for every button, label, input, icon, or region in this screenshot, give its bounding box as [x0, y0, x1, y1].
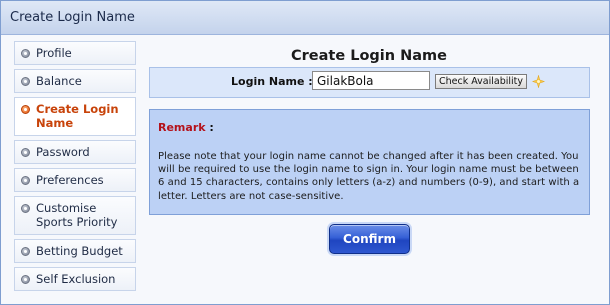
sidebar-item-label: Password [36, 145, 90, 159]
remark-title-colon: : [205, 121, 214, 134]
bullet-icon [21, 49, 30, 58]
sidebar-item-password[interactable]: Password [14, 140, 136, 164]
sparkle-icon [532, 75, 545, 88]
sidebar-item-customise-sports-priority[interactable]: Customise Sports Priority [14, 196, 136, 235]
remark-panel: Remark : Please note that your login nam… [149, 109, 590, 215]
bullet-icon [21, 148, 30, 157]
active-bullet-icon [21, 105, 30, 114]
remark-text: Please note that your login name cannot … [158, 151, 580, 202]
page-title: Create Login Name [290, 48, 447, 64]
login-name-form: Login Name : Check Availability [149, 67, 590, 98]
bullet-icon [21, 77, 30, 86]
bullet-icon [21, 204, 30, 213]
sidebar-item-label: Customise Sports Priority [36, 201, 118, 229]
window-title: Create Login Name [10, 10, 135, 25]
sidebar-item-create-login-name[interactable]: Create Login Name [14, 97, 136, 136]
sidebar-item-preferences[interactable]: Preferences [14, 168, 136, 192]
sidebar-item-label: Balance [36, 74, 82, 88]
confirm-button[interactable]: Confirm [329, 224, 410, 254]
sidebar-item-self-exclusion[interactable]: Self Exclusion [14, 267, 136, 291]
bullet-icon [21, 247, 30, 256]
title-bar: Create Login Name [1, 1, 609, 35]
sidebar-item-label: Self Exclusion [36, 272, 116, 286]
bullet-icon [21, 176, 30, 185]
remark-title-text: Remark [158, 121, 206, 134]
sidebar-item-profile[interactable]: Profile [14, 41, 136, 65]
sidebar-item-betting-budget[interactable]: Betting Budget [14, 239, 136, 263]
login-name-input[interactable] [312, 71, 430, 90]
check-availability-button[interactable]: Check Availability [435, 74, 527, 89]
sidebar-item-label: Profile [36, 46, 72, 60]
login-name-label: Login Name : [231, 75, 313, 88]
sidebar-item-balance[interactable]: Balance [14, 69, 136, 93]
bullet-icon [21, 275, 30, 284]
remark-title: Remark : [158, 121, 214, 134]
sidebar-item-label: Create Login Name [36, 102, 119, 130]
sidebar-item-label: Preferences [36, 173, 104, 187]
sidebar-item-label: Betting Budget [36, 244, 123, 258]
login-name-window: Create Login Name Profile Balance Create… [0, 0, 610, 305]
